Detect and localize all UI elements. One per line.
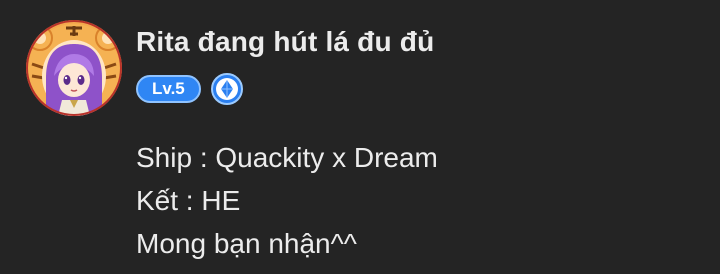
level-badge[interactable]: Lv.5 — [136, 75, 201, 103]
comment-line-request: Mong bạn nhận^^ — [136, 228, 357, 259]
comment-line-ship: Ship : Quackity x Dream — [136, 142, 438, 173]
comment-line-ending: Kết : HE — [136, 185, 241, 216]
author-avatar[interactable] — [26, 20, 122, 116]
comment-body: Ship : Quackity x Dream Kết : HE Mong bạ… — [136, 136, 438, 265]
comment-card: Rita đang hút lá đu đủ Lv.5 Ship : Quack… — [0, 0, 720, 274]
author-badges: Lv.5 — [136, 73, 243, 105]
author-name[interactable]: Rita đang hút lá đu đủ — [136, 26, 434, 58]
tiger-hood-girl-avatar-icon — [26, 20, 122, 116]
diamond-rank-icon[interactable] — [210, 73, 243, 105]
